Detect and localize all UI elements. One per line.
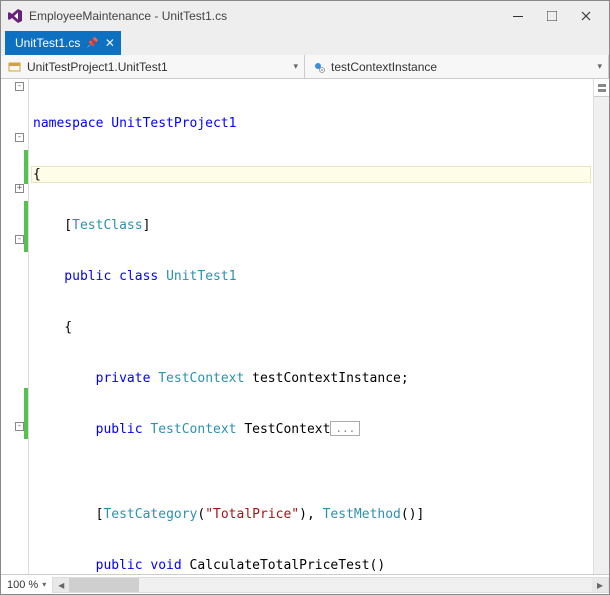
change-marker <box>24 150 28 184</box>
type-dropdown[interactable]: UnitTestProject1.UnitTest1 ▾ <box>1 55 305 78</box>
code-content[interactable]: namespace UnitTestProject1 { [TestClass]… <box>29 79 593 574</box>
close-button[interactable] <box>569 5 603 27</box>
type-dropdown-label: UnitTestProject1.UnitTest1 <box>27 60 168 74</box>
title-bar: EmployeeMaintenance - UnitTest1.cs <box>1 1 609 31</box>
vs-logo-icon <box>7 8 23 24</box>
scroll-thumb[interactable] <box>69 578 139 592</box>
vertical-scrollbar[interactable] <box>593 79 609 574</box>
zoom-level[interactable]: 100 % ▾ <box>1 579 52 591</box>
editor-gutter[interactable]: - - + - - <box>1 79 29 574</box>
navigation-bar: UnitTestProject1.UnitTest1 ▾ testContext… <box>1 55 609 79</box>
field-icon <box>311 60 325 74</box>
split-view-button[interactable] <box>594 79 609 97</box>
document-tab-bar: UnitTest1.cs 📌 ✕ <box>1 31 609 55</box>
outline-toggle[interactable]: - <box>15 235 24 244</box>
scroll-left-button[interactable]: ◂ <box>53 578 69 592</box>
tab-close-icon[interactable]: ✕ <box>105 36 115 50</box>
tab-label: UnitTest1.cs <box>15 36 80 50</box>
tab-unittest1[interactable]: UnitTest1.cs 📌 ✕ <box>5 31 121 55</box>
status-bar: 100 % ▾ ◂ ▸ <box>1 574 609 594</box>
chevron-down-icon: ▾ <box>597 61 602 72</box>
member-dropdown-label: testContextInstance <box>331 60 437 74</box>
collapsed-region-icon[interactable]: ... <box>330 421 360 436</box>
class-icon <box>7 60 21 74</box>
minimize-button[interactable] <box>501 5 535 27</box>
window-title: EmployeeMaintenance - UnitTest1.cs <box>29 9 495 23</box>
outline-toggle[interactable]: - <box>15 82 24 91</box>
scroll-right-button[interactable]: ▸ <box>592 578 608 592</box>
pin-icon[interactable]: 📌 <box>86 38 98 49</box>
outline-toggle[interactable]: - <box>15 133 24 142</box>
outline-toggle[interactable]: - <box>15 422 24 431</box>
window-controls <box>501 5 603 27</box>
chevron-down-icon: ▾ <box>293 61 298 72</box>
change-marker <box>24 201 28 252</box>
maximize-button[interactable] <box>535 5 569 27</box>
member-dropdown[interactable]: testContextInstance ▾ <box>305 55 609 78</box>
code-editor[interactable]: - - + - - namespace UnitTestProject1 { [… <box>1 79 609 574</box>
outline-toggle[interactable]: + <box>15 184 24 193</box>
change-marker <box>24 388 28 439</box>
chevron-down-icon: ▾ <box>42 580 46 589</box>
horizontal-scrollbar[interactable]: ◂ ▸ <box>52 577 609 593</box>
